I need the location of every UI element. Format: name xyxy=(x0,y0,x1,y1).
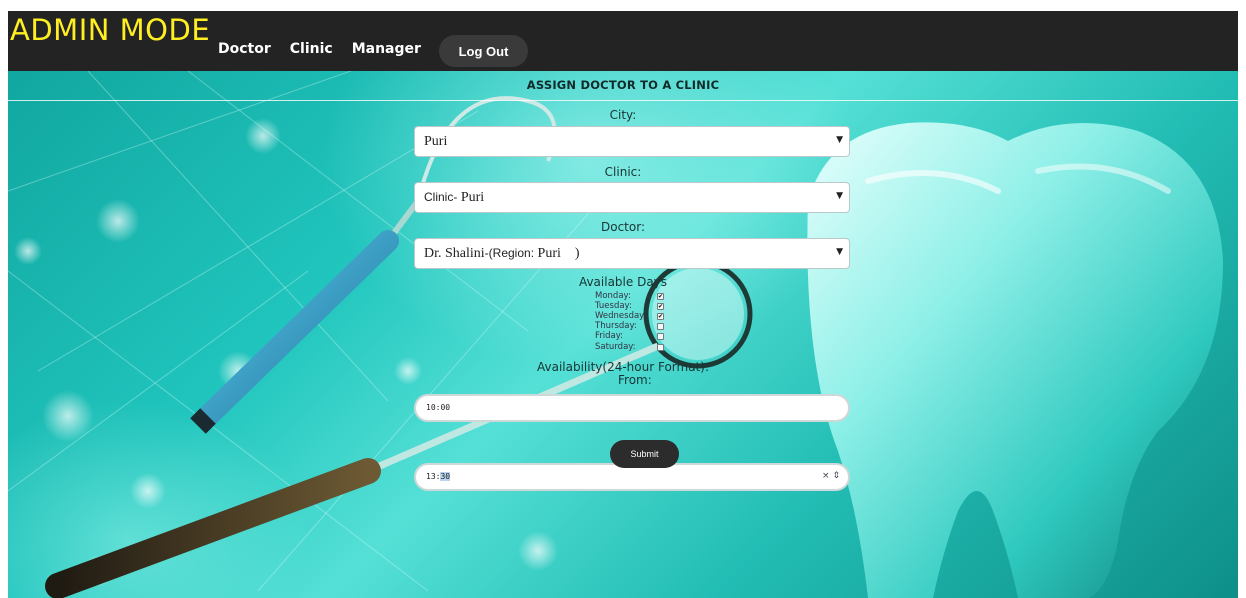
day-checkbox[interactable] xyxy=(657,332,664,340)
dropdown-arrow-icon: ▼ xyxy=(836,247,843,257)
from-label: From: xyxy=(618,373,652,387)
day-label: Tuesday: xyxy=(595,301,632,311)
clinic-label: Clinic: xyxy=(604,165,642,179)
day-row: Saturday: xyxy=(595,342,664,352)
day-label: Monday: xyxy=(595,291,631,301)
clinic-prefix: Clinic- xyxy=(424,190,458,204)
doctor-value: Dr. Shalini-(Region: Puri ) xyxy=(424,246,580,262)
day-label: Saturday: xyxy=(595,342,636,352)
day-row: Friday: xyxy=(595,331,664,341)
day-label: Friday: xyxy=(595,331,624,341)
doctor-region: Puri xyxy=(537,246,561,261)
day-row: Monday: ✔ xyxy=(595,291,664,301)
available-days-title: Available Days xyxy=(578,275,668,289)
city-label: City: xyxy=(609,108,637,122)
doctor-select[interactable]: Dr. Shalini-(Region: Puri ) ▼ xyxy=(414,238,850,269)
day-row: Wednesday: ✔ xyxy=(595,311,664,321)
day-checkbox[interactable]: ✔ xyxy=(657,312,664,320)
city-value: Puri xyxy=(424,134,448,149)
dropdown-arrow-icon: ▼ xyxy=(836,191,843,201)
submit-button[interactable]: Submit xyxy=(610,440,679,468)
to-time-minutes-selected: 30 xyxy=(440,472,451,481)
day-checkbox[interactable]: ✔ xyxy=(657,302,664,310)
app-frame: ADMIN MODE Doctor Clinic Manager Log Out xyxy=(8,11,1238,598)
city-select[interactable]: Puri ▼ xyxy=(414,126,850,157)
spinner-icon[interactable]: ⇕ xyxy=(832,471,840,481)
day-label: Wednesday: xyxy=(595,311,647,321)
dropdown-arrow-icon: ▼ xyxy=(836,135,843,145)
clinic-select[interactable]: Clinic- Puri ▼ xyxy=(414,182,850,213)
day-row: Tuesday: ✔ xyxy=(595,301,664,311)
top-navbar: ADMIN MODE Doctor Clinic Manager Log Out xyxy=(8,11,1238,71)
availability-label: Availability(24-hour Format): xyxy=(536,360,709,374)
nav-manager[interactable]: Manager xyxy=(352,41,421,57)
clinic-city: Puri xyxy=(460,190,485,205)
clear-icon[interactable]: × xyxy=(822,471,830,481)
doctor-label: Doctor: xyxy=(601,220,645,234)
doctor-region-label: -(Region: xyxy=(484,246,535,260)
to-time-hours: 13: xyxy=(426,472,441,481)
time-controls: × ⇕ xyxy=(822,471,840,481)
nav-clinic[interactable]: Clinic xyxy=(290,41,333,57)
from-time-value: 10:00 xyxy=(426,403,451,412)
from-time-input[interactable]: 10:00 xyxy=(414,394,850,422)
day-checkbox[interactable]: ✔ xyxy=(657,292,664,300)
doctor-suffix: ) xyxy=(574,246,580,261)
doctor-name: Dr. Shalini xyxy=(424,246,485,261)
day-checkbox[interactable] xyxy=(657,322,664,330)
clinic-value: Clinic- Puri xyxy=(424,190,484,206)
title-divider xyxy=(8,100,1238,101)
to-time-value: 13:30 xyxy=(426,472,451,481)
admin-mode-title: ADMIN MODE xyxy=(10,13,211,47)
day-checkbox[interactable] xyxy=(657,343,664,351)
nav-doctor[interactable]: Doctor xyxy=(218,41,271,57)
form-title: ASSIGN DOCTOR TO A CLINIC xyxy=(526,78,720,92)
logout-button[interactable]: Log Out xyxy=(439,35,528,67)
day-label: Thursday: xyxy=(595,321,637,331)
main-nav: Doctor Clinic Manager xyxy=(218,41,440,57)
day-row: Thursday: xyxy=(595,321,664,331)
